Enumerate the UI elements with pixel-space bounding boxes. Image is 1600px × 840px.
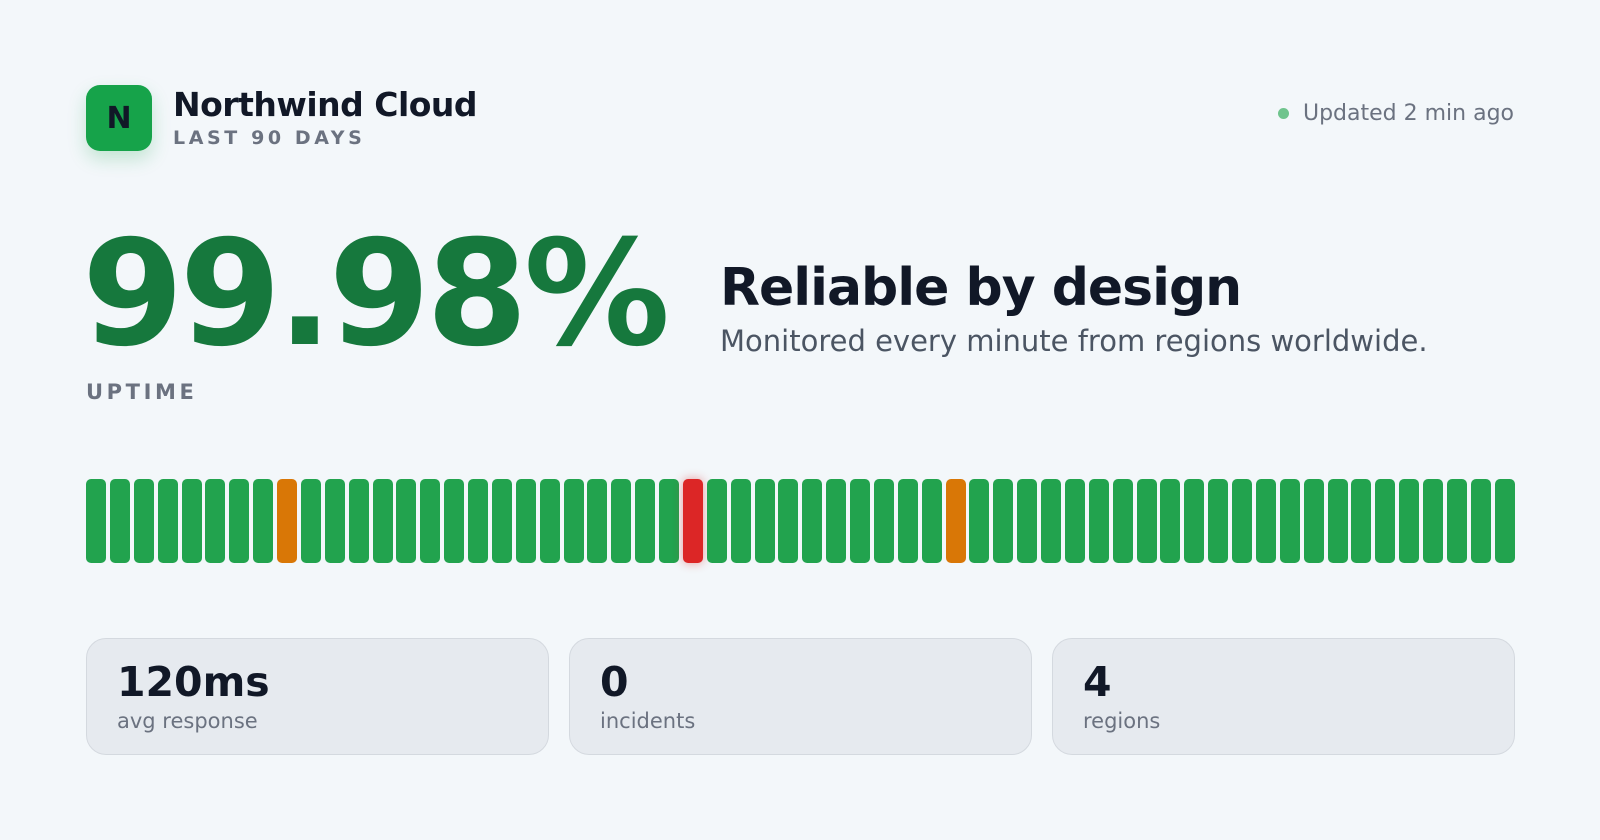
uptime-day-bar[interactable] — [1255, 479, 1276, 563]
uptime-day-bar[interactable] — [1017, 479, 1038, 563]
tagline-subtitle: Monitored every minute from regions worl… — [720, 324, 1428, 358]
uptime-day-bar[interactable] — [1446, 479, 1467, 563]
uptime-day-bar[interactable] — [873, 479, 894, 563]
uptime-day-bar[interactable] — [682, 479, 703, 563]
uptime-day-bar[interactable] — [324, 479, 345, 563]
uptime-day-bar[interactable] — [539, 479, 560, 563]
uptime-day-bar[interactable] — [1160, 479, 1181, 563]
uptime-day-bar[interactable] — [86, 479, 106, 563]
uptime-day-bar[interactable] — [372, 479, 393, 563]
uptime-day-bar[interactable] — [635, 479, 656, 563]
uptime-day-bar[interactable] — [802, 479, 823, 563]
brand-text: Northwind Cloud LAST 90 DAYS — [173, 84, 478, 149]
uptime-day-bar[interactable] — [945, 479, 966, 563]
stat-label: regions — [1083, 709, 1161, 733]
uptime-day-bar[interactable] — [850, 479, 870, 563]
uptime-day-bar[interactable] — [730, 479, 751, 563]
uptime-day-bar[interactable] — [468, 479, 488, 563]
uptime-day-bar[interactable] — [181, 479, 202, 563]
uptime-day-bar[interactable] — [659, 479, 679, 563]
uptime-day-bar[interactable] — [1208, 479, 1229, 563]
uptime-day-bar[interactable] — [157, 479, 178, 563]
uptime-day-bar[interactable] — [396, 479, 417, 563]
uptime-day-bar[interactable] — [1136, 479, 1157, 563]
uptime-day-bar[interactable] — [587, 479, 608, 563]
stat-value: 0 — [600, 658, 629, 706]
stat-card: 4 regions — [1052, 638, 1515, 755]
uptime-day-bar[interactable] — [444, 479, 465, 563]
brand-name: Northwind Cloud — [173, 84, 478, 124]
uptime-day-bar[interactable] — [1279, 479, 1300, 563]
uptime-day-bar[interactable] — [1327, 479, 1348, 563]
uptime-day-bar[interactable] — [1088, 479, 1109, 563]
uptime-day-bar[interactable] — [611, 479, 632, 563]
uptime-day-bar[interactable] — [205, 479, 226, 563]
uptime-day-bar[interactable] — [109, 479, 130, 563]
uptime-day-bar[interactable] — [300, 479, 321, 563]
uptime-day-bar[interactable] — [754, 479, 775, 563]
uptime-day-bar[interactable] — [921, 479, 942, 563]
uptime-day-bar[interactable] — [1399, 479, 1420, 563]
uptime-day-bar[interactable] — [706, 479, 727, 563]
tagline: Reliable by design Monitored every minut… — [720, 258, 1428, 358]
uptime-day-bar[interactable] — [897, 479, 918, 563]
stat-card: 120ms avg response — [86, 638, 549, 755]
uptime-day-bar[interactable] — [969, 479, 990, 563]
uptime-day-bar[interactable] — [778, 479, 799, 563]
uptime-day-bar[interactable] — [1184, 479, 1205, 563]
uptime-day-bar[interactable] — [420, 479, 441, 563]
uptime-day-bar[interactable] — [826, 479, 847, 563]
stat-value: 4 — [1083, 658, 1112, 706]
uptime-day-bar[interactable] — [563, 479, 584, 563]
uptime-day-bar[interactable] — [253, 479, 274, 563]
uptime-day-bar[interactable] — [1423, 479, 1443, 563]
brand-logo: N — [86, 85, 152, 151]
uptime-value: 99.98% — [82, 209, 670, 379]
uptime-label: UPTIME — [86, 380, 198, 404]
uptime-day-bar[interactable] — [1232, 479, 1252, 563]
uptime-day-bar[interactable] — [1351, 479, 1372, 563]
updated-text: Updated 2 min ago — [1302, 101, 1514, 126]
stat-label: incidents — [600, 709, 696, 733]
uptime-day-bar[interactable] — [277, 479, 297, 563]
stat-value: 120ms — [117, 658, 270, 706]
tagline-title: Reliable by design — [720, 258, 1242, 318]
period-label: LAST 90 DAYS — [173, 126, 366, 149]
uptime-day-bar[interactable] — [1494, 479, 1515, 563]
uptime-day-bar[interactable] — [1303, 479, 1324, 563]
uptime-day-bar[interactable] — [1112, 479, 1133, 563]
stat-label: avg response — [117, 709, 258, 733]
uptime-history-bars — [86, 479, 1515, 563]
uptime-day-bar[interactable] — [133, 479, 154, 563]
status-dot-icon — [1277, 108, 1289, 119]
uptime-day-bar[interactable] — [491, 479, 512, 563]
uptime-day-bar[interactable] — [348, 479, 369, 563]
uptime-day-bar[interactable] — [993, 479, 1014, 563]
uptime-day-bar[interactable] — [229, 479, 250, 563]
stat-card: 0 incidents — [569, 638, 1032, 755]
uptime-day-bar[interactable] — [515, 479, 536, 563]
brand-header: N Northwind Cloud LAST 90 DAYS — [86, 84, 478, 151]
uptime-day-bar[interactable] — [1375, 479, 1396, 563]
update-status: Updated 2 min ago — [1277, 101, 1514, 126]
uptime-day-bar[interactable] — [1470, 479, 1491, 563]
uptime-day-bar[interactable] — [1041, 479, 1061, 563]
uptime-day-bar[interactable] — [1064, 479, 1085, 563]
stats-row: 120ms avg response 0 incidents 4 regions — [86, 638, 1515, 755]
